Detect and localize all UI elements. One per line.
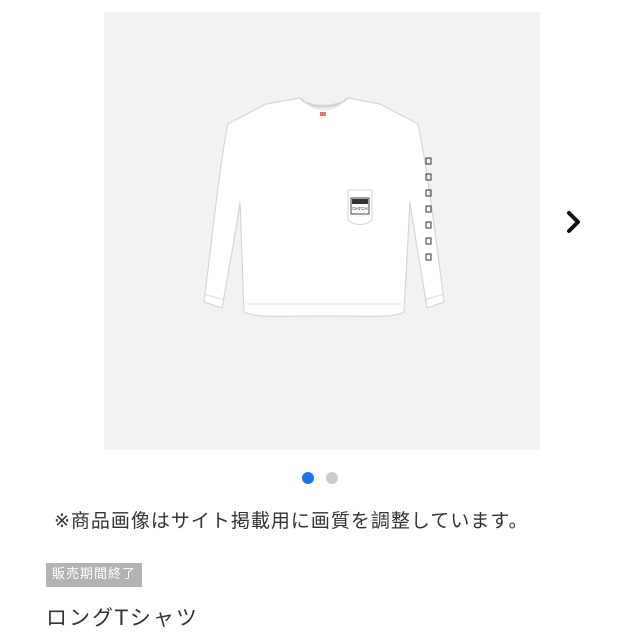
pagination-dot-1[interactable] <box>302 472 314 484</box>
chevron-right-icon <box>567 211 580 233</box>
status-badge: 販売期間終了 <box>46 563 143 587</box>
product-page: DATCH ※商品画像はサイト掲載用に画質を調整しています。 販売期間終了 ロン… <box>0 0 640 640</box>
image-notice-text: ※商品画像はサイト掲載用に画質を調整しています。 <box>54 510 529 532</box>
product-image: DATCH <box>104 12 540 450</box>
pocket-label: DATCH <box>352 206 367 211</box>
pagination-dot-2[interactable] <box>326 472 338 484</box>
next-image-button[interactable] <box>556 204 592 240</box>
product-title: ロングTシャツ <box>46 606 199 630</box>
gallery-pagination <box>0 468 640 488</box>
product-image-gallery[interactable]: DATCH <box>104 12 540 450</box>
